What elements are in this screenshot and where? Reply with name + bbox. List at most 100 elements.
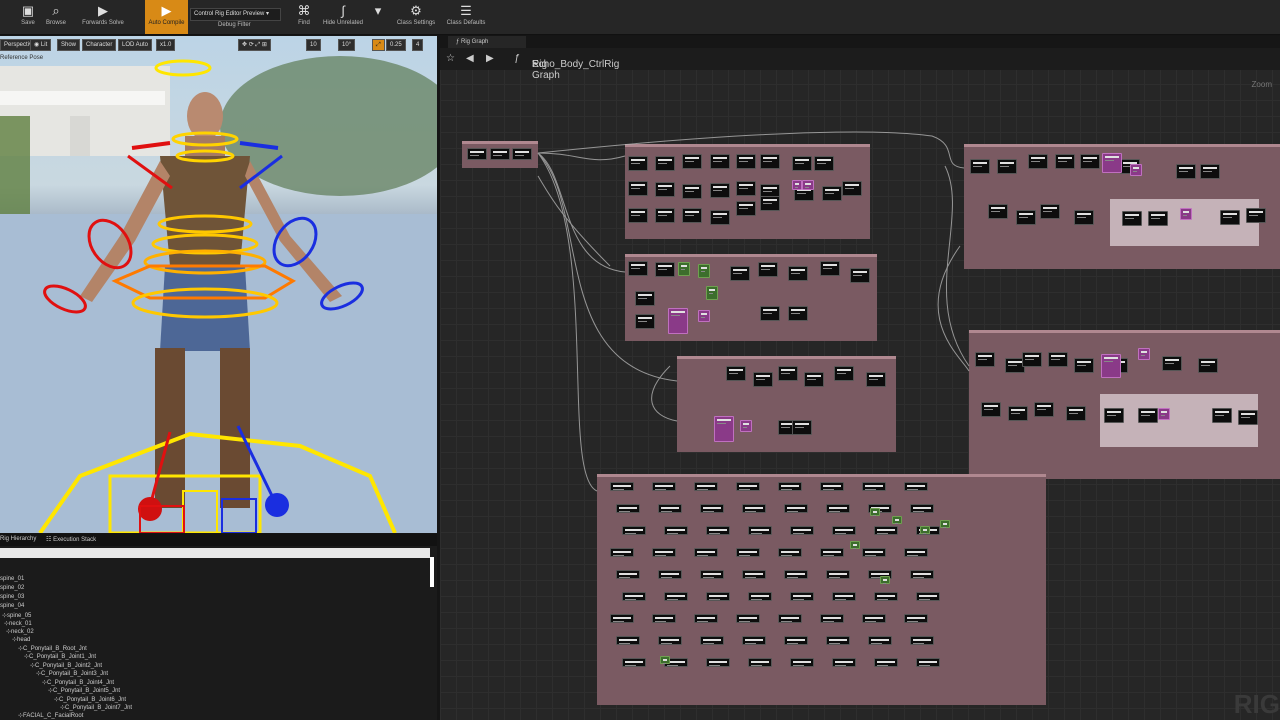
graph-node[interactable] — [874, 526, 898, 535]
graph-node[interactable] — [778, 614, 802, 623]
graph-node[interactable] — [655, 208, 675, 223]
graph-node[interactable] — [628, 156, 648, 171]
graph-node[interactable] — [784, 504, 808, 513]
hide-unrelated-button[interactable]: ∫ Hide Unrelated — [320, 0, 366, 34]
graph-node[interactable] — [784, 570, 808, 579]
graph-node[interactable] — [970, 159, 990, 174]
graph-node[interactable] — [975, 352, 995, 367]
graph-node[interactable] — [788, 266, 808, 281]
toolbar-dropdown-arrow[interactable]: ▾ — [370, 0, 382, 34]
graph-node[interactable] — [1080, 154, 1100, 169]
graph-node[interactable] — [694, 548, 718, 557]
graph-node[interactable] — [792, 156, 812, 171]
graph-node[interactable] — [790, 526, 814, 535]
forwards-solve-button[interactable]: ▶ Forwards Solve — [80, 0, 126, 34]
graph-node[interactable] — [910, 570, 934, 579]
graph-node[interactable] — [802, 180, 814, 190]
graph-node[interactable] — [1104, 408, 1124, 423]
graph-node[interactable] — [700, 570, 724, 579]
graph-node[interactable] — [778, 366, 798, 381]
graph-node[interactable] — [804, 372, 824, 387]
graph-node[interactable] — [490, 148, 510, 160]
graph-node[interactable] — [1101, 354, 1121, 378]
graph-node[interactable] — [706, 658, 730, 667]
graph-node[interactable] — [778, 482, 802, 491]
graph-node[interactable] — [832, 658, 856, 667]
graph-node[interactable] — [1238, 410, 1258, 425]
graph-node[interactable] — [736, 201, 756, 216]
graph-node[interactable] — [742, 504, 766, 513]
graph-node[interactable] — [784, 636, 808, 645]
graph-node[interactable] — [981, 402, 1001, 417]
graph-node[interactable] — [742, 636, 766, 645]
graph-node[interactable] — [706, 526, 730, 535]
scale-snap-value[interactable]: 0.25 — [386, 39, 406, 51]
graph-node[interactable] — [706, 592, 730, 601]
graph-node[interactable] — [655, 262, 675, 277]
graph-node[interactable] — [850, 541, 860, 549]
graph-node[interactable] — [710, 154, 730, 169]
graph-node[interactable] — [616, 636, 640, 645]
graph-node[interactable] — [920, 526, 930, 534]
graph-node[interactable] — [700, 636, 724, 645]
graph-node[interactable] — [635, 291, 655, 306]
grid-snap-value[interactable]: 10 — [306, 39, 321, 51]
graph-node[interactable] — [736, 154, 756, 169]
graph-node[interactable] — [682, 208, 702, 223]
graph-node[interactable] — [1220, 210, 1240, 225]
graph-node[interactable] — [736, 482, 760, 491]
graph-node[interactable] — [610, 548, 634, 557]
graph-node[interactable] — [622, 658, 646, 667]
graph-node[interactable] — [842, 181, 862, 196]
graph-node[interactable] — [904, 482, 928, 491]
graph-node[interactable] — [1158, 408, 1170, 420]
preview-dropdown[interactable]: Control Rig Editor Preview ▾ — [190, 8, 281, 21]
graph-node[interactable] — [778, 548, 802, 557]
graph-node[interactable] — [850, 268, 870, 283]
graph-node[interactable] — [1148, 211, 1168, 226]
graph-node[interactable] — [628, 208, 648, 223]
graph-node[interactable] — [1130, 164, 1142, 176]
graph-node[interactable] — [748, 592, 772, 601]
graph-node[interactable] — [1138, 348, 1150, 360]
graph-node[interactable] — [792, 420, 812, 435]
tree-item[interactable]: spine_01 — [0, 576, 24, 582]
graph-node[interactable] — [892, 516, 902, 524]
tree-item[interactable]: spine_02 — [0, 585, 24, 591]
graph-node[interactable] — [616, 504, 640, 513]
graph-node[interactable] — [760, 306, 780, 321]
tree-item[interactable]: ⊹C_Ponytail_B_Joint2_Jnt — [30, 662, 102, 669]
graph-node[interactable] — [1048, 352, 1068, 367]
tab-rig-hierarchy[interactable]: Rig Hierarchy — [0, 536, 36, 542]
graph-node[interactable] — [740, 420, 752, 432]
graph-node[interactable] — [814, 156, 834, 171]
graph-node[interactable] — [820, 548, 844, 557]
lit-button[interactable]: ◉ Lit — [30, 39, 52, 51]
graph-node[interactable] — [874, 592, 898, 601]
rig-graph-editor[interactable]: ƒ Rig Graph ☆ ◀ ▶ ƒ Echo_Body_CtrlRig > … — [440, 36, 1280, 720]
graph-node[interactable] — [610, 482, 634, 491]
tree-item[interactable]: ⊹spine_05 — [2, 612, 31, 619]
graph-node[interactable] — [512, 148, 532, 160]
tree-item[interactable]: ⊹C_Ponytail_B_Joint1_Jnt — [24, 653, 96, 660]
graph-node[interactable] — [866, 372, 886, 387]
graph-node[interactable] — [1162, 356, 1182, 371]
graph-node[interactable] — [1200, 164, 1220, 179]
graph-node[interactable] — [1008, 406, 1028, 421]
graph-node[interactable] — [868, 636, 892, 645]
graph-node[interactable] — [1074, 358, 1094, 373]
tree-item[interactable]: ⊹C_Ponytail_B_Joint4_Jnt — [42, 679, 114, 686]
graph-node[interactable] — [700, 504, 724, 513]
graph-node[interactable] — [698, 264, 710, 278]
graph-node[interactable] — [736, 181, 756, 196]
graph-node[interactable] — [678, 262, 690, 276]
tree-item[interactable]: ⊹C_Ponytail_B_Joint6_Jnt — [54, 696, 126, 703]
graph-node[interactable] — [820, 261, 840, 276]
graph-node[interactable] — [628, 181, 648, 196]
graph-node[interactable] — [616, 570, 640, 579]
graph-node[interactable] — [820, 614, 844, 623]
graph-node[interactable] — [904, 548, 928, 557]
graph-node[interactable] — [834, 366, 854, 381]
graph-node[interactable] — [1066, 406, 1086, 421]
graph-node[interactable] — [1055, 154, 1075, 169]
